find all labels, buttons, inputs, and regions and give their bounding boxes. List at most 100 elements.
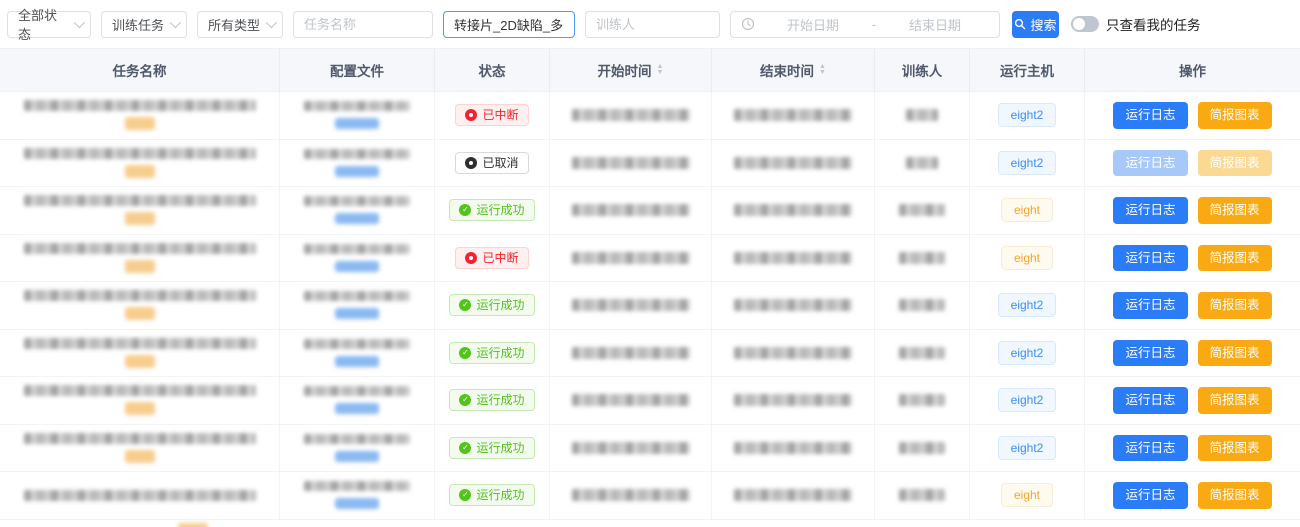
task-name-blur <box>24 100 256 111</box>
start-time-cell <box>550 235 712 282</box>
config-file-blur <box>304 386 410 396</box>
report-chart-button[interactable]: 简报图表 <box>1198 292 1272 319</box>
host-cell: eight <box>970 235 1085 282</box>
config-file-link-blur[interactable] <box>335 403 379 414</box>
run-log-button[interactable]: 运行日志 <box>1113 482 1187 509</box>
status-cell: 运行成功 <box>435 472 550 519</box>
status-cell: 已中断 <box>435 92 550 139</box>
config-file-cell <box>280 187 435 234</box>
status-icon <box>465 252 477 264</box>
config-file-cell <box>280 425 435 472</box>
config-file-link-blur[interactable] <box>335 498 379 509</box>
start-time-blur <box>572 109 690 121</box>
task-name-cell <box>0 187 280 234</box>
start-time-cell <box>550 377 712 424</box>
status-badge: 运行成功 <box>449 199 534 221</box>
sort-icon[interactable]: ▲▼ <box>657 64 664 76</box>
config-file-link-blur[interactable] <box>335 261 379 272</box>
category-select[interactable]: 所有类型 <box>197 11 283 38</box>
start-date-placeholder[interactable]: 开始日期 <box>759 15 867 34</box>
search-button[interactable]: 搜索 <box>1012 11 1059 38</box>
trainer-input[interactable] <box>586 12 719 37</box>
start-time-blur <box>572 347 690 359</box>
run-log-button[interactable]: 运行日志 <box>1113 245 1187 272</box>
end-time-cell <box>712 92 875 139</box>
report-chart-button[interactable]: 简报图表 <box>1198 340 1272 367</box>
task-name-input-wrap <box>293 11 433 38</box>
config-file-link-blur[interactable] <box>335 118 379 129</box>
my-tasks-toggle[interactable] <box>1071 16 1099 32</box>
host-cell: eight <box>970 472 1085 519</box>
run-log-button[interactable]: 运行日志 <box>1113 197 1187 224</box>
end-time-blur <box>734 299 852 311</box>
task-name-input[interactable] <box>294 12 432 37</box>
run-log-button[interactable]: 运行日志 <box>1113 150 1187 177</box>
config-file-link-blur[interactable] <box>335 308 379 319</box>
task-name-cell <box>0 377 280 424</box>
start-time-cell <box>550 330 712 377</box>
trainer-cell <box>875 235 970 282</box>
status-cell: 运行成功 <box>435 282 550 329</box>
report-chart-button[interactable]: 简报图表 <box>1198 245 1272 272</box>
report-chart-button[interactable]: 简报图表 <box>1198 102 1272 129</box>
trainer-name-blur <box>899 442 945 454</box>
task-name-query-input[interactable] <box>444 12 574 37</box>
report-chart-button[interactable]: 简报图表 <box>1198 150 1272 177</box>
column-header-start-time[interactable]: 开始时间 ▲▼ <box>550 49 712 91</box>
config-file-link-blur[interactable] <box>335 213 379 224</box>
report-chart-button[interactable]: 简报图表 <box>1198 435 1272 462</box>
report-chart-button[interactable]: 简报图表 <box>1198 387 1272 414</box>
host-cell: eight2 <box>970 377 1085 424</box>
task-type-select[interactable]: 训练任务 <box>101 11 187 38</box>
table-row: 运行成功 eight2 运行日志简报图表 <box>0 377 1300 425</box>
report-chart-button[interactable]: 简报图表 <box>1198 482 1272 509</box>
date-range-picker[interactable]: 开始日期 - 结束日期 <box>730 11 1000 38</box>
task-name-blur <box>24 433 256 444</box>
chevron-down-icon <box>266 17 277 28</box>
status-label: 运行成功 <box>476 347 524 359</box>
run-log-button[interactable]: 运行日志 <box>1113 102 1187 129</box>
actions-cell: 运行日志简报图表 <box>1085 472 1300 519</box>
table-row: 运行成功eight运行日志简报图表 <box>0 472 1300 520</box>
column-header-end-time[interactable]: 结束时间 ▲▼ <box>712 49 875 91</box>
config-file-link-blur[interactable] <box>335 166 379 177</box>
actions-cell: 运行日志简报图表 <box>1085 235 1300 282</box>
config-file-cell <box>280 472 435 519</box>
table-header-row: 任务名称 配置文件 状态 开始时间 ▲▼ 结束时间 ▲▼ 训练人 运行主机 操作 <box>0 48 1300 92</box>
trainer-name-blur <box>899 252 945 264</box>
config-file-blur <box>304 434 410 444</box>
host-badge: eight2 <box>998 341 1057 365</box>
config-file-blur <box>304 149 410 159</box>
sort-icon[interactable]: ▲▼ <box>819 64 826 76</box>
end-time-cell <box>712 425 875 472</box>
column-header-status: 状态 <box>435 49 550 91</box>
config-file-cell <box>280 377 435 424</box>
status-icon <box>459 442 471 454</box>
host-cell: eight2 <box>970 92 1085 139</box>
run-log-button[interactable]: 运行日志 <box>1113 292 1187 319</box>
config-file-cell <box>280 282 435 329</box>
task-name-cell <box>0 472 280 519</box>
table-row: 已中断eight运行日志简报图表 <box>0 235 1300 283</box>
report-chart-button[interactable]: 简报图表 <box>1198 197 1272 224</box>
status-cell: 运行成功 <box>435 377 550 424</box>
config-file-link-blur[interactable] <box>335 451 379 462</box>
status-cell: 已中断 <box>435 235 550 282</box>
config-file-link-blur[interactable] <box>335 356 379 367</box>
config-file-blur <box>304 339 410 349</box>
run-log-button[interactable]: 运行日志 <box>1113 340 1187 367</box>
end-date-placeholder[interactable]: 结束日期 <box>881 15 989 34</box>
status-icon <box>459 204 471 216</box>
run-log-button[interactable]: 运行日志 <box>1113 435 1187 462</box>
trainer-cell <box>875 92 970 139</box>
end-time-blur <box>734 442 852 454</box>
run-log-button[interactable]: 运行日志 <box>1113 387 1187 414</box>
end-time-blur <box>734 347 852 359</box>
actions-cell: 运行日志简报图表 <box>1085 330 1300 377</box>
config-file-cell <box>280 140 435 187</box>
partial-table-row <box>0 520 1300 527</box>
end-time-cell <box>712 140 875 187</box>
status-select[interactable]: 全部状态 <box>7 11 91 38</box>
trainer-cell <box>875 140 970 187</box>
host-badge: eight2 <box>998 436 1057 460</box>
